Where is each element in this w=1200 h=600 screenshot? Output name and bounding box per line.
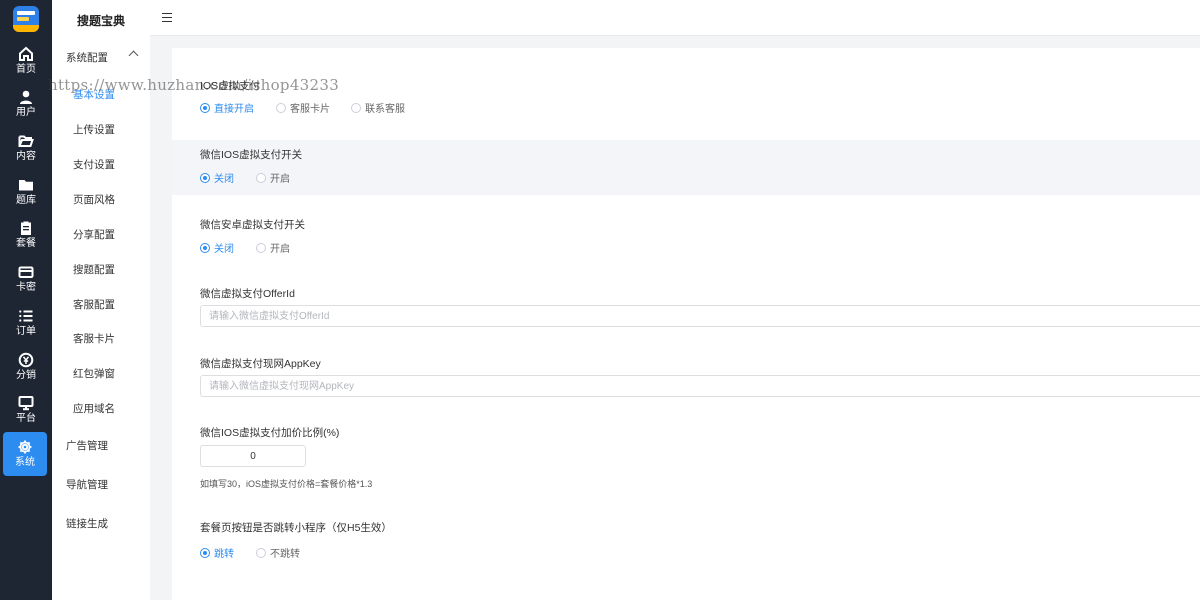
sidebar-item-service-config[interactable]: 客服配置 <box>52 297 150 312</box>
main-content: IOS虚拟支付 直接开启 客服卡片 联系客服 微信IOS虚拟支付开关 关闭 开启… <box>150 36 1200 600</box>
clipboard-icon <box>21 221 31 235</box>
sidebar-item-share-config[interactable]: 分享配置 <box>52 227 150 242</box>
ios-pay-option-contact[interactable]: 联系客服 <box>351 100 405 115</box>
folder-icon <box>19 180 33 191</box>
app-key-label: 微信虚拟支付现网AppKey <box>200 358 321 370</box>
wx-android-option-on[interactable]: 开启 <box>256 240 290 255</box>
menu-toggle-icon[interactable] <box>162 13 172 22</box>
settings-form: IOS虚拟支付 直接开启 客服卡片 联系客服 微信IOS虚拟支付开关 关闭 开启… <box>172 48 1200 600</box>
sidebar-item-app-domain[interactable]: 应用域名 <box>52 401 150 416</box>
sidebar-item-search-config[interactable]: 搜题配置 <box>52 262 150 277</box>
offer-id-input[interactable] <box>200 305 1200 327</box>
sidebar-group-nav[interactable]: 导航管理 <box>66 477 108 492</box>
rail-item-home[interactable]: 首页 <box>0 42 52 84</box>
top-bar <box>150 0 1200 36</box>
row-hover-highlight <box>172 140 1200 195</box>
rail-item-question-bank[interactable]: 题库 <box>0 173 52 215</box>
list-icon <box>19 310 33 322</box>
sidebar-item-payment-settings[interactable]: 支付设置 <box>52 157 150 172</box>
wx-ios-option-on[interactable]: 开启 <box>256 170 290 185</box>
yen-icon <box>18 352 34 368</box>
rail-item-content[interactable]: 内容 <box>0 129 52 171</box>
home-icon <box>19 46 33 61</box>
ios-pay-option-card[interactable]: 客服卡片 <box>276 100 330 115</box>
rail-item-label: 系统 <box>15 457 35 468</box>
sidebar-group-system-config[interactable]: 系统配置 <box>66 50 108 65</box>
app-logo <box>13 6 39 32</box>
wx-android-switch-label: 微信安卓虚拟支付开关 <box>200 219 305 231</box>
sidebar-item-upload-settings[interactable]: 上传设置 <box>52 122 150 137</box>
sidebar-title: 搜题宝典 <box>76 14 125 28</box>
user-icon <box>20 90 32 104</box>
app-key-input[interactable] <box>200 375 1200 397</box>
markup-ratio-label: 微信IOS虚拟支付加价比例(%) <box>200 427 340 439</box>
markup-ratio-hint: 如填写30，iOS虚拟支付价格=套餐价格*1.3 <box>200 479 373 489</box>
ios-pay-option-direct[interactable]: 直接开启 <box>200 100 254 115</box>
wx-android-option-off[interactable]: 关闭 <box>200 240 234 255</box>
sidebar-group-ads[interactable]: 广告管理 <box>66 438 108 453</box>
card-icon <box>18 266 34 278</box>
watermark-text: https://www.huzhan.com/ishop43233 <box>48 76 340 94</box>
rail-item-label: 订单 <box>16 326 36 337</box>
offer-id-label: 微信虚拟支付OfferId <box>200 288 295 300</box>
main-nav-rail: 首页 用户 内容 题库 套餐 卡密 订单 分销 平台 系统 <box>0 0 52 600</box>
monitor-icon <box>18 396 34 411</box>
wx-ios-switch-label: 微信IOS虚拟支付开关 <box>200 149 303 161</box>
rail-item-label: 分销 <box>16 370 36 381</box>
gear-icon <box>18 440 32 454</box>
rail-item-label: 首页 <box>16 64 36 75</box>
rail-item-label: 卡密 <box>16 282 36 293</box>
rail-item-label: 用户 <box>16 107 36 118</box>
rail-item-label: 平台 <box>16 413 36 424</box>
rail-item-distribution[interactable]: 分销 <box>0 348 52 390</box>
rail-item-package[interactable]: 套餐 <box>0 216 52 258</box>
rail-item-label: 内容 <box>16 151 36 162</box>
jump-mini-option-yes[interactable]: 跳转 <box>200 545 234 560</box>
sidebar-item-red-packet-popup[interactable]: 红包弹窗 <box>52 366 150 381</box>
sidebar-item-page-style[interactable]: 页面风格 <box>52 192 150 207</box>
rail-item-user[interactable]: 用户 <box>0 85 52 127</box>
rail-item-system[interactable]: 系统 <box>3 432 47 476</box>
jump-mini-option-no[interactable]: 不跳转 <box>256 545 300 560</box>
folder-open-icon <box>18 135 34 147</box>
rail-item-card-key[interactable]: 卡密 <box>0 260 52 302</box>
rail-item-order[interactable]: 订单 <box>0 304 52 346</box>
wx-ios-option-off[interactable]: 关闭 <box>200 170 234 185</box>
jump-mini-label: 套餐页按钮是否跳转小程序（仅H5生效） <box>200 522 392 534</box>
sidebar-item-service-card[interactable]: 客服卡片 <box>52 331 150 346</box>
chevron-up-icon[interactable] <box>128 50 139 61</box>
rail-item-platform[interactable]: 平台 <box>0 391 52 433</box>
rail-item-label: 题库 <box>16 195 36 206</box>
markup-ratio-input[interactable] <box>200 445 306 467</box>
sidebar-group-link[interactable]: 链接生成 <box>66 516 108 531</box>
rail-item-label: 套餐 <box>16 238 36 249</box>
